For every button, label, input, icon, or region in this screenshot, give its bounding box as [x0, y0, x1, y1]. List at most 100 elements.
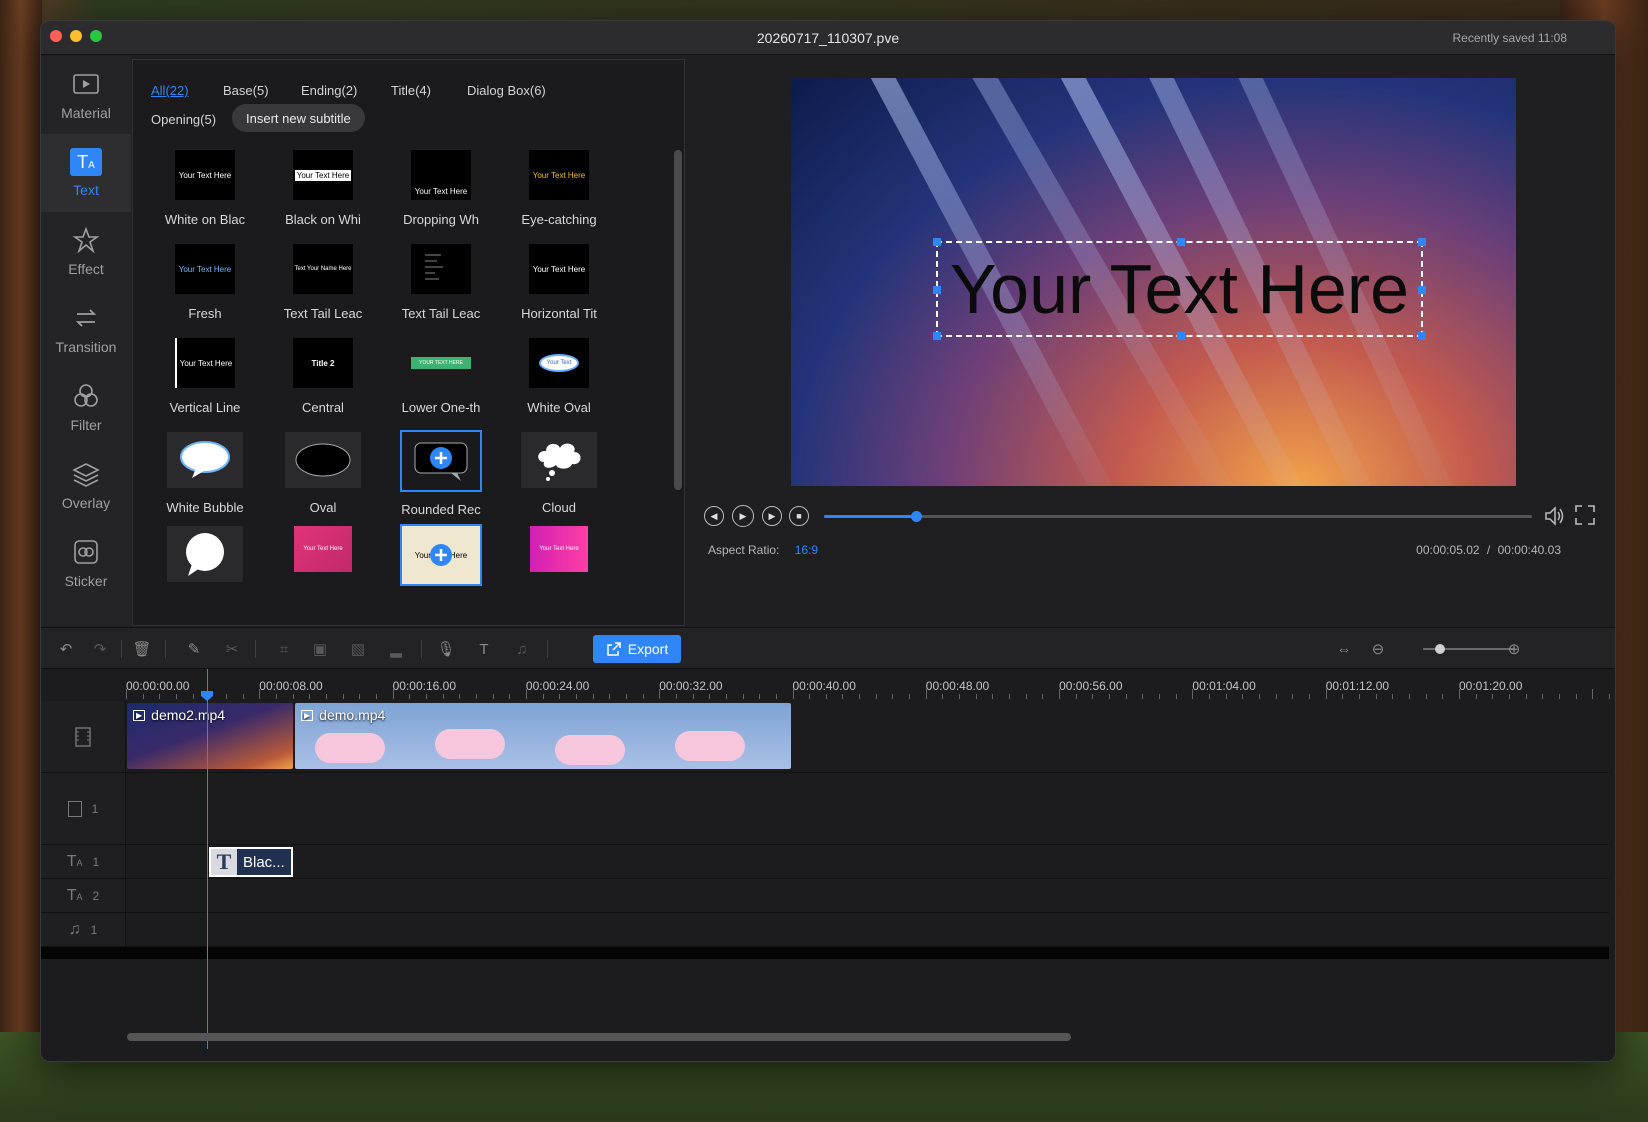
voice-change-icon[interactable]: ♫	[511, 638, 533, 660]
crop-icon[interactable]: ⌗	[273, 638, 295, 660]
template-tile[interactable]: Text Tail Leac	[387, 244, 495, 321]
template-tile[interactable]: Your Text Here Dropping Wh	[387, 150, 495, 227]
overlay-track: 1	[41, 773, 1609, 845]
microphone-icon[interactable]: 🎙	[435, 638, 457, 660]
ruler-tick	[275, 694, 277, 699]
fit-timeline-icon[interactable]: ⇔	[1333, 638, 1355, 660]
app-window: 20260717_110307.pve Recently saved 11:08…	[40, 20, 1616, 1062]
template-tile[interactable]: White Bubble	[151, 432, 259, 515]
zoom-button[interactable]	[90, 30, 102, 42]
playhead[interactable]	[201, 669, 213, 1049]
toolbar-divider	[255, 640, 256, 658]
tab-dialog-box[interactable]: Dialog Box(6)	[467, 83, 546, 98]
playback-progress[interactable]	[824, 511, 1532, 522]
resize-handle[interactable]	[1177, 238, 1185, 246]
stop-icon[interactable]: ■	[789, 506, 809, 526]
template-label: Lower One-th	[401, 400, 481, 415]
ruler-label: 00:00:56.00	[1059, 679, 1123, 693]
resize-handle[interactable]	[1418, 332, 1426, 340]
resize-handle[interactable]	[1418, 238, 1426, 246]
audio-wave-icon[interactable]: ▂	[385, 638, 407, 660]
tab-all[interactable]: All(22)	[151, 83, 189, 98]
edit-icon[interactable]: ✎	[183, 638, 205, 660]
tab-title[interactable]: Title(4)	[391, 83, 431, 98]
template-tile[interactable]: Your Text Here Black on Whi	[269, 150, 377, 227]
mosaic-icon[interactable]: ▣	[309, 638, 331, 660]
zoom-slider[interactable]	[1423, 644, 1513, 654]
tab-base[interactable]: Base(5)	[223, 83, 269, 98]
template-tile[interactable]: Your Text Here	[505, 526, 613, 572]
template-tile[interactable]: Text Your Name Here Text Tail Leac	[269, 244, 377, 321]
step-back-icon[interactable]: ◀	[704, 506, 724, 526]
resize-handle[interactable]	[933, 286, 941, 294]
nav-filter[interactable]: Filter	[41, 368, 131, 446]
template-tile[interactable]: Your Text Here Vertical Line	[151, 338, 259, 415]
template-tile[interactable]: Title 2 Central	[269, 338, 377, 415]
ruler-tick	[875, 694, 877, 699]
zoom-out-icon[interactable]: ⊖	[1367, 638, 1389, 660]
close-button[interactable]	[50, 30, 62, 42]
ruler-tick	[1059, 689, 1061, 699]
template-tile[interactable]: Your Text Here Eye-catching	[505, 150, 613, 227]
video-clip[interactable]: ▶ demo2.mp4	[127, 703, 293, 769]
nav-effect[interactable]: Effect	[41, 212, 131, 290]
template-tile[interactable]: Your Text Here Horizontal Tit	[505, 244, 613, 321]
export-button[interactable]: Export	[593, 635, 681, 663]
saved-status: Recently saved 11:08	[1452, 31, 1567, 45]
template-tile[interactable]: Your Text Here	[269, 526, 377, 572]
undo-icon[interactable]: ↶	[55, 638, 77, 660]
resize-handle[interactable]	[1418, 286, 1426, 294]
redo-icon[interactable]: ↷	[89, 638, 111, 660]
template-thumbnail	[411, 244, 471, 294]
add-icon	[430, 544, 452, 566]
freeze-icon[interactable]: ▧	[347, 638, 369, 660]
nav-sticker[interactable]: Sticker	[41, 524, 131, 602]
tab-ending[interactable]: Ending(2)	[301, 83, 357, 98]
template-tile[interactable]: Oval	[269, 432, 377, 515]
insert-subtitle-button[interactable]: Insert new subtitle	[232, 104, 365, 132]
template-tile[interactable]: Rounded Rec	[387, 430, 495, 517]
aspect-value[interactable]: 16:9	[795, 543, 818, 557]
nav-transition[interactable]: Transition	[41, 290, 131, 368]
template-tile[interactable]: Your Text Here	[387, 524, 495, 586]
progress-fill	[824, 515, 917, 518]
play-icon[interactable]: ▶	[732, 505, 754, 527]
template-tile[interactable]: Your Text Here Fresh	[151, 244, 259, 321]
nav-overlay[interactable]: Overlay	[41, 446, 131, 524]
video-preview[interactable]: Your Text Here	[791, 78, 1516, 486]
tab-opening[interactable]: Opening(5)	[151, 112, 216, 127]
template-tile[interactable]: YOUR TEXT HERE Lower One-th	[387, 338, 495, 415]
resize-handle[interactable]	[933, 238, 941, 246]
time-ruler[interactable]: 00:00:00.00 00:00:08.00 00:00:16.00 00:00:2…	[126, 669, 1615, 699]
resize-handle[interactable]	[1177, 332, 1185, 340]
resize-handle[interactable]	[933, 332, 941, 340]
template-tile[interactable]	[151, 526, 259, 582]
text-to-speech-icon[interactable]: T	[473, 638, 495, 660]
ruler-label: 00:00:24.00	[525, 679, 590, 693]
zoom-in-icon[interactable]: ⊕	[1503, 638, 1525, 660]
split-icon[interactable]: ✂	[221, 638, 243, 660]
volume-icon[interactable]	[1543, 504, 1567, 533]
text-clip[interactable]: T Blac...	[209, 847, 293, 877]
template-thumbnail: Your Text Here	[175, 150, 235, 200]
nav-text[interactable]: TA Text	[41, 134, 131, 212]
ruler-tick	[725, 694, 727, 699]
timeline-scrollbar[interactable]	[127, 1033, 1071, 1041]
template-tile[interactable]: Cloud	[505, 432, 613, 515]
ruler-tick	[909, 694, 911, 699]
step-forward-icon[interactable]: ▶	[762, 506, 782, 526]
template-tile[interactable]: Your Text Here White on Blac	[151, 150, 259, 227]
progress-knob[interactable]	[911, 511, 923, 522]
video-clip[interactable]: ▶ demo.mp4	[295, 703, 791, 769]
fullscreen-icon[interactable]	[1574, 504, 1596, 531]
nav-material[interactable]: Material	[41, 56, 131, 134]
playhead-handle[interactable]	[201, 691, 213, 701]
template-tile[interactable]: Your Text White Oval	[505, 338, 613, 415]
overlay-text[interactable]: Your Text Here	[950, 249, 1409, 329]
zoom-knob[interactable]	[1435, 644, 1445, 654]
text-overlay-box[interactable]: Your Text Here	[933, 238, 1426, 340]
delete-icon[interactable]: 🗑	[131, 638, 153, 660]
text-track-icon: TA	[66, 886, 83, 904]
minimize-button[interactable]	[70, 30, 82, 42]
panel-scrollbar[interactable]	[674, 150, 682, 490]
